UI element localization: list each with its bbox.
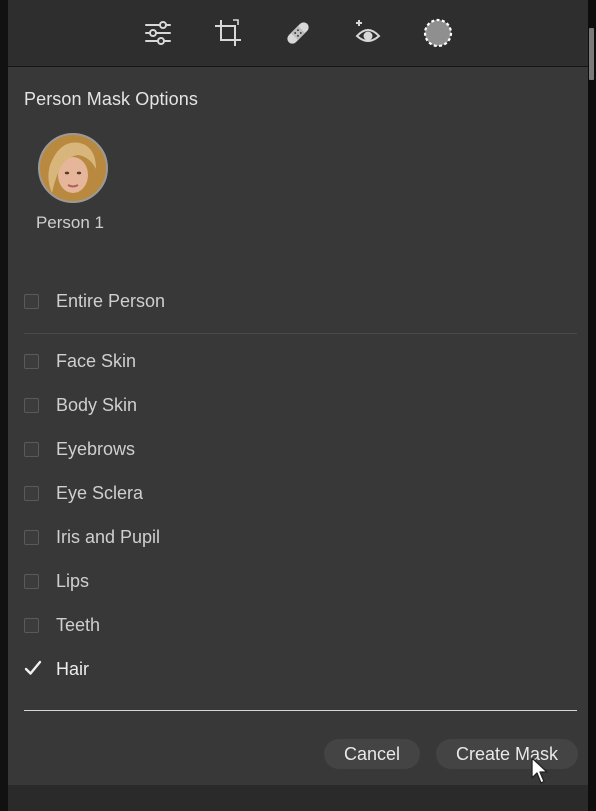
panel-title: Person Mask Options <box>24 89 198 109</box>
bottom-status-strip <box>8 785 588 811</box>
eyebrows-checkbox[interactable] <box>24 441 39 457</box>
eye-sclera-label: Eye Sclera <box>56 482 144 503</box>
sliders-tool-button[interactable] <box>142 17 174 49</box>
healing-tool-button[interactable] <box>282 17 314 49</box>
entire-person-checkbox[interactable] <box>24 293 39 309</box>
mouse-pointer-icon <box>531 757 548 784</box>
person-avatar[interactable] <box>38 133 108 203</box>
footer-divider <box>24 710 577 711</box>
option-hair[interactable]: Hair <box>24 657 89 681</box>
eyebrows-label: Eyebrows <box>56 438 136 459</box>
bandage-icon <box>287 22 309 44</box>
scrollbar-thumb[interactable] <box>589 28 594 80</box>
option-eyebrows[interactable]: Eyebrows <box>24 437 135 461</box>
checkmark-icon <box>24 660 42 675</box>
crop-icon <box>215 19 241 46</box>
masking-dialog-window: Person Mask Options Person 1 Entire Pers… <box>0 0 596 811</box>
window-edge <box>588 0 596 811</box>
crop-tool-button[interactable] <box>212 17 244 49</box>
face-skin-label: Face Skin <box>56 350 137 371</box>
option-body-skin[interactable]: Body Skin <box>24 393 137 417</box>
masking-tool-button[interactable] <box>422 17 454 49</box>
hair-checkbox[interactable] <box>24 660 42 677</box>
option-lips[interactable]: Lips <box>24 569 89 593</box>
person-mask-options-panel: Person Mask Options Person 1 Entire Pers… <box>8 67 588 785</box>
red-eye-tool-button[interactable] <box>352 17 384 49</box>
person-thumbnail-card[interactable]: Person 1 <box>36 133 110 233</box>
lips-label: Lips <box>56 570 90 591</box>
teeth-checkbox[interactable] <box>24 617 39 633</box>
option-iris-and-pupil[interactable]: Iris and Pupil <box>24 525 160 549</box>
option-teeth[interactable]: Teeth <box>24 613 100 637</box>
tool-strip <box>8 0 588 67</box>
iris-and-pupil-label: Iris and Pupil <box>56 526 161 547</box>
iris-and-pupil-checkbox[interactable] <box>24 529 39 545</box>
teeth-label: Teeth <box>56 614 101 635</box>
face-thumbnail <box>40 135 106 201</box>
body-skin-label: Body Skin <box>56 394 138 415</box>
red-eye-icon <box>355 20 381 42</box>
masking-icon <box>423 18 453 48</box>
entire-person-option[interactable]: Entire Person <box>24 289 165 313</box>
sliders-icon <box>145 21 171 45</box>
person-name-label: Person 1 <box>35 213 105 232</box>
entire-person-label: Entire Person <box>56 290 166 311</box>
eye-sclera-checkbox[interactable] <box>24 485 39 501</box>
options-divider <box>24 333 577 334</box>
hair-label: Hair <box>56 658 90 679</box>
lips-checkbox[interactable] <box>24 573 39 589</box>
option-eye-sclera[interactable]: Eye Sclera <box>24 481 143 505</box>
option-face-skin[interactable]: Face Skin <box>24 349 136 373</box>
body-skin-checkbox[interactable] <box>24 397 39 413</box>
create-mask-button[interactable]: Create Mask <box>436 739 578 769</box>
face-skin-checkbox[interactable] <box>24 353 39 369</box>
cancel-button[interactable]: Cancel <box>324 739 420 769</box>
